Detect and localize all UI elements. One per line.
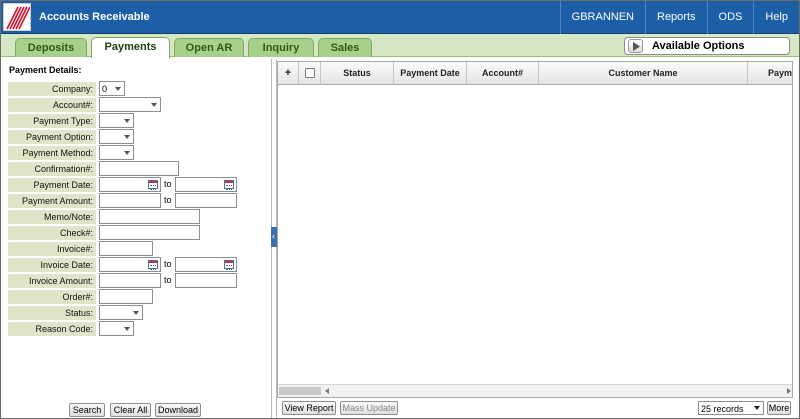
payment-details-panel: Payment Details: Company: 0 Account#: Pa… bbox=[1, 59, 271, 418]
calendar-icon[interactable] bbox=[148, 180, 158, 190]
chevron-down-icon bbox=[124, 327, 130, 331]
reason-code-label: Reason Code: bbox=[8, 322, 96, 336]
memo-input[interactable] bbox=[99, 209, 200, 224]
app-title: Accounts Receivable bbox=[39, 11, 150, 23]
payment-amount-to-input[interactable] bbox=[175, 193, 237, 208]
company-value: 0 bbox=[102, 84, 108, 94]
payment-amount-label: Payment Amount: bbox=[8, 194, 96, 208]
more-button[interactable]: More bbox=[767, 401, 791, 415]
invoice-amount-to-label: to bbox=[164, 275, 172, 285]
grid-header: + Status Payment Date Account# Customer … bbox=[278, 62, 792, 85]
nav-user-menu[interactable]: GBRANNEN bbox=[559, 1, 645, 34]
mass-update-button[interactable]: Mass Update bbox=[340, 401, 398, 415]
check-label: Check#: bbox=[8, 226, 96, 240]
confirmation-input[interactable] bbox=[99, 161, 179, 176]
top-nav: GBRANNEN Reports ODS Help bbox=[559, 1, 799, 34]
company-select[interactable]: 0 bbox=[99, 81, 125, 96]
search-button[interactable]: Search bbox=[69, 403, 105, 417]
company-label: Company: bbox=[8, 82, 96, 96]
view-report-button[interactable]: View Report bbox=[282, 401, 336, 415]
chevron-down-icon bbox=[133, 311, 139, 315]
payment-date-from-input[interactable] bbox=[99, 177, 161, 192]
status-label: Status: bbox=[8, 306, 96, 320]
nav-help[interactable]: Help bbox=[753, 1, 799, 34]
col-payment-date[interactable]: Payment Date bbox=[394, 62, 467, 85]
invoice-date-label: Invoice Date: bbox=[8, 258, 96, 272]
invoice-label: Invoice#: bbox=[8, 242, 96, 256]
app-header: Accounts Receivable GBRANNEN Reports ODS… bbox=[1, 1, 799, 34]
invoice-input[interactable] bbox=[99, 241, 153, 256]
records-per-page-select[interactable]: 25 records bbox=[698, 401, 764, 415]
payment-type-label: Payment Type: bbox=[8, 114, 96, 128]
invoice-date-to-label: to bbox=[164, 259, 172, 269]
scrollbar-thumb[interactable] bbox=[279, 387, 321, 395]
reason-code-select[interactable] bbox=[99, 321, 134, 336]
grid-expand-all-header[interactable]: + bbox=[278, 62, 299, 85]
account-label: Account#: bbox=[8, 98, 96, 112]
invoice-amount-from-input[interactable] bbox=[99, 273, 161, 288]
available-options-button[interactable]: Available Options bbox=[624, 37, 790, 55]
payment-type-select[interactable] bbox=[99, 113, 134, 128]
invoice-date-to-input[interactable] bbox=[175, 257, 237, 272]
payment-option-select[interactable] bbox=[99, 129, 134, 144]
memo-label: Memo/Note: bbox=[8, 210, 96, 224]
chevron-down-icon bbox=[115, 87, 121, 91]
payment-amount-from-input[interactable] bbox=[99, 193, 161, 208]
clear-all-button[interactable]: Clear All bbox=[110, 403, 151, 417]
payment-amount-to-label: to bbox=[164, 195, 172, 205]
payment-option-label: Payment Option: bbox=[8, 130, 96, 144]
nav-ods[interactable]: ODS bbox=[706, 1, 754, 34]
payments-grid: + Status Payment Date Account# Customer … bbox=[277, 61, 793, 398]
invoice-date-from-input[interactable] bbox=[99, 257, 161, 272]
app-window: Accounts Receivable GBRANNEN Reports ODS… bbox=[0, 0, 800, 419]
chevron-down-icon bbox=[124, 151, 130, 155]
tab-open-ar[interactable]: Open AR bbox=[174, 38, 244, 57]
chevron-down-icon bbox=[124, 119, 130, 123]
chevron-down-icon bbox=[754, 406, 760, 410]
calendar-icon[interactable] bbox=[148, 260, 158, 270]
tab-sales[interactable]: Sales bbox=[318, 38, 372, 57]
invoice-amount-label: Invoice Amount: bbox=[8, 274, 96, 288]
calendar-icon[interactable] bbox=[224, 260, 234, 270]
col-status[interactable]: Status bbox=[321, 62, 394, 85]
payment-method-select[interactable] bbox=[99, 145, 134, 160]
form-button-bar: Search Clear All Download bbox=[1, 403, 271, 417]
scroll-left-icon[interactable] bbox=[325, 388, 329, 394]
col-payment[interactable]: Paym bbox=[748, 62, 792, 85]
col-account[interactable]: Account# bbox=[467, 62, 539, 85]
tab-bar: Deposits Payments Open AR Inquiry Sales … bbox=[1, 34, 799, 58]
records-per-page-value: 25 records bbox=[701, 404, 744, 414]
col-customer-name[interactable]: Customer Name bbox=[539, 62, 748, 85]
order-input[interactable] bbox=[99, 289, 153, 304]
status-select[interactable] bbox=[99, 305, 143, 320]
payment-date-label: Payment Date: bbox=[8, 178, 96, 192]
account-select[interactable] bbox=[99, 97, 161, 112]
app-logo-icon bbox=[3, 3, 31, 31]
calendar-icon[interactable] bbox=[224, 180, 234, 190]
check-input[interactable] bbox=[99, 225, 200, 240]
payment-date-to-input[interactable] bbox=[175, 177, 237, 192]
confirmation-label: Confirmation#: bbox=[8, 162, 96, 176]
payment-date-to-label: to bbox=[164, 179, 172, 189]
grid-footer: View Report Mass Update 25 records More bbox=[277, 398, 793, 418]
order-label: Order#: bbox=[8, 290, 96, 304]
invoice-amount-to-input[interactable] bbox=[175, 273, 237, 288]
chevron-down-icon bbox=[151, 103, 157, 107]
available-options-label: Available Options bbox=[652, 40, 745, 52]
tab-inquiry[interactable]: Inquiry bbox=[248, 38, 314, 57]
tab-payments[interactable]: Payments bbox=[91, 37, 170, 58]
select-all-checkbox[interactable] bbox=[305, 68, 315, 78]
chevron-left-icon: ‹ bbox=[272, 231, 275, 241]
chevron-down-icon bbox=[124, 135, 130, 139]
payment-details-title: Payment Details: bbox=[9, 65, 82, 75]
payment-method-label: Payment Method: bbox=[8, 146, 96, 160]
download-button[interactable]: Download bbox=[155, 403, 201, 417]
nav-reports[interactable]: Reports bbox=[645, 1, 707, 34]
tab-deposits[interactable]: Deposits bbox=[15, 38, 87, 57]
scroll-right-icon[interactable] bbox=[787, 388, 791, 394]
play-arrow-icon bbox=[628, 39, 643, 53]
grid-horizontal-scrollbar[interactable] bbox=[278, 384, 792, 397]
grid-select-all-header bbox=[299, 62, 321, 85]
